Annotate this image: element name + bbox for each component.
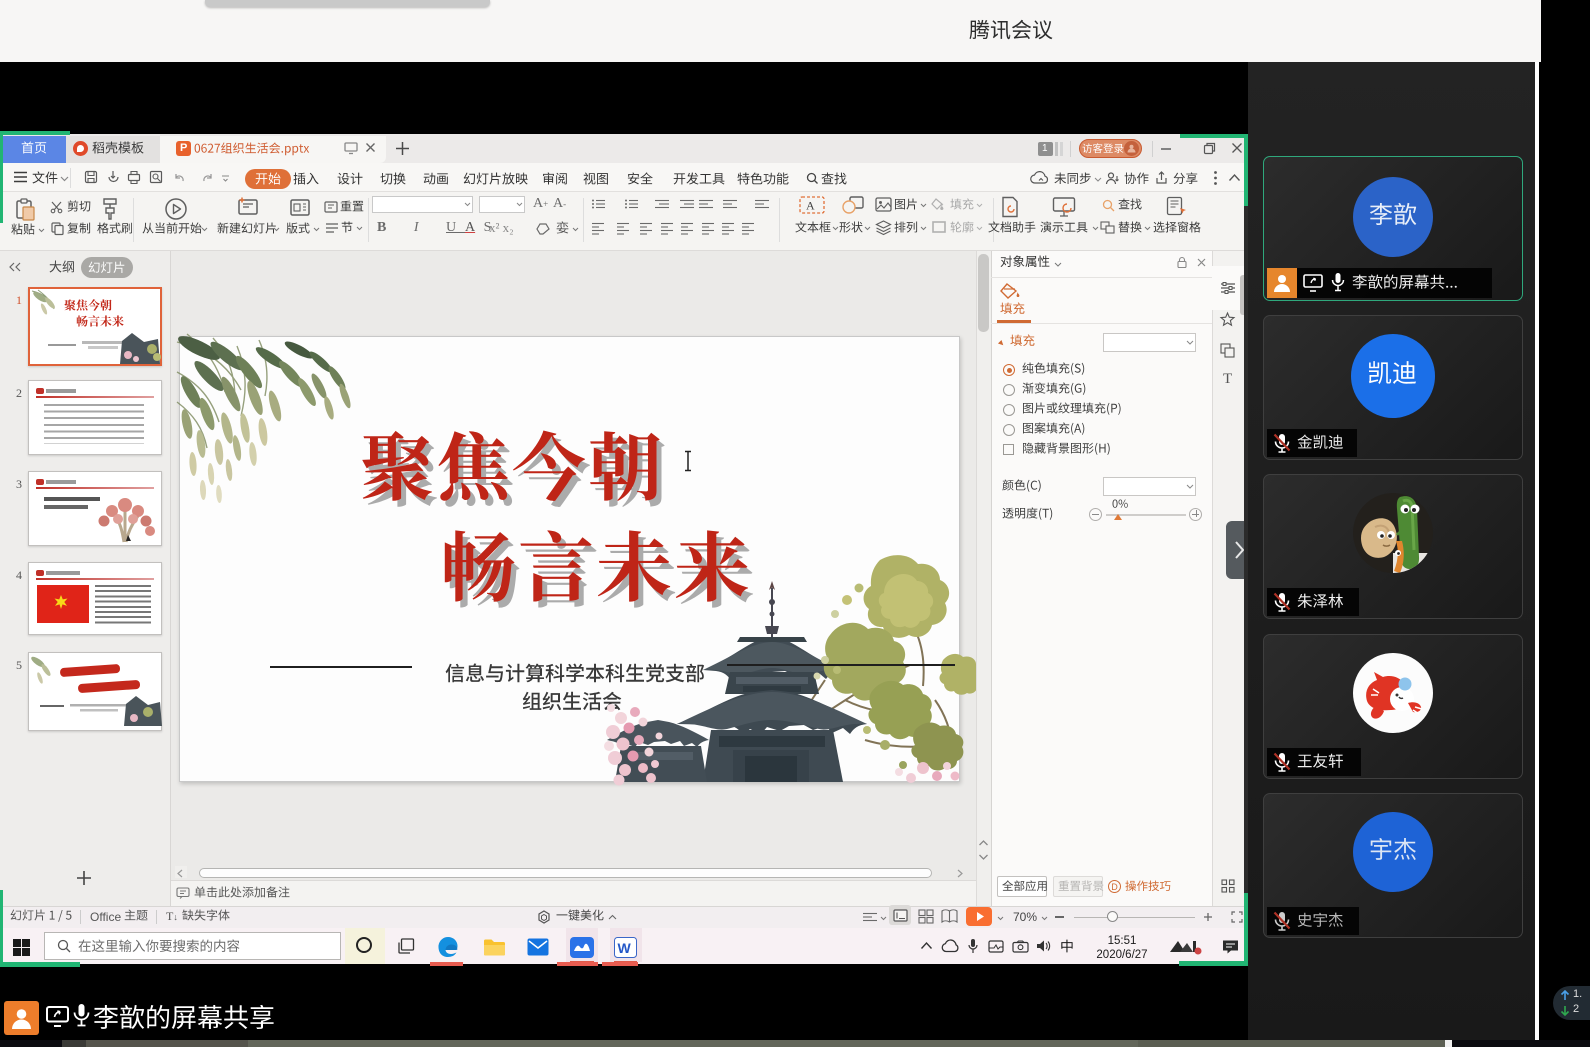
svg-text:A: A: [806, 199, 815, 213]
svg-text:W: W: [618, 940, 632, 956]
